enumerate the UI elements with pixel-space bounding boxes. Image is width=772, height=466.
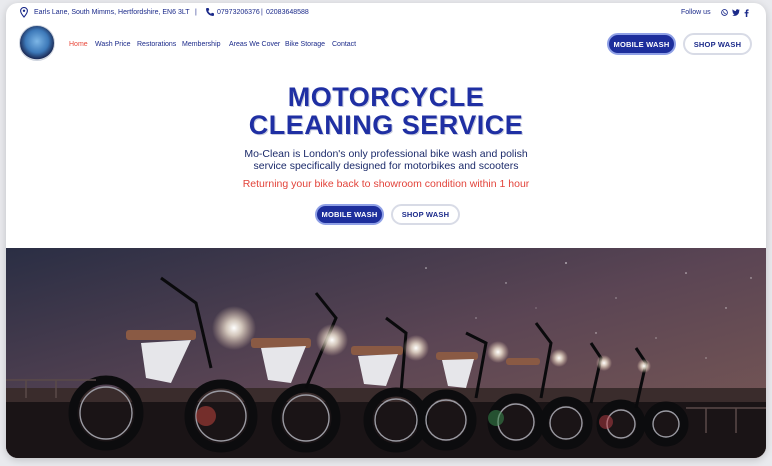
nav-item-contact[interactable]: Contact [332,41,356,48]
nav-item-wash-price[interactable]: Wash Price [95,41,131,48]
top-info-bar: Earls Lane, South Mimms, Hertfordshire, … [6,3,766,23]
browser-page: Earls Lane, South Mimms, Hertfordshire, … [6,3,766,458]
nav-item-bike-storage[interactable]: Bike Storage [285,41,325,48]
whatsapp-icon[interactable] [721,9,728,16]
facebook-icon[interactable] [744,8,749,17]
twitter-icon[interactable] [732,9,740,16]
main-navigation: Home Wash Price Restorations Membership … [6,25,766,67]
hero-tagline: Returning your bike back to showroom con… [242,178,530,190]
hero-title-line-2: CLEANING SERVICE [248,110,524,140]
phone-icon [206,8,214,16]
nav-item-areas-we-cover[interactable]: Areas We Cover [229,41,280,48]
hero-title-line-1: MOTORCYCLE [287,82,485,112]
motorcycles-illustration [6,248,766,458]
nav-shop-wash-button[interactable]: SHOP WASH [683,33,752,55]
nav-item-restorations[interactable]: Restorations [137,41,176,48]
hero-motorcycles-image [6,248,766,458]
hero-mobile-wash-button[interactable]: MOBILE WASH [315,204,384,225]
address-text: Earls Lane, South Mimms, Hertfordshire, … [34,9,190,16]
nav-item-membership[interactable]: Membership [182,41,221,48]
follow-us-label: Follow us [681,9,711,16]
site-logo[interactable] [19,25,55,61]
location-pin-icon [20,7,28,18]
hero-shop-wash-button[interactable]: SHOP WASH [391,204,460,225]
hero-subtitle-line-2: service specifically designed for motorb… [253,160,519,172]
topbar-separator: | [195,9,197,16]
phone-number-2[interactable]: 02083648588 [266,9,309,16]
nav-mobile-wash-button[interactable]: MOBILE WASH [607,33,676,55]
nav-item-home[interactable]: Home [69,41,88,48]
phone-separator: | [261,9,263,16]
phone-number-1[interactable]: 07973206376 [217,9,260,16]
hero-subtitle-line-1: Mo-Clean is London's only professional b… [244,148,528,160]
